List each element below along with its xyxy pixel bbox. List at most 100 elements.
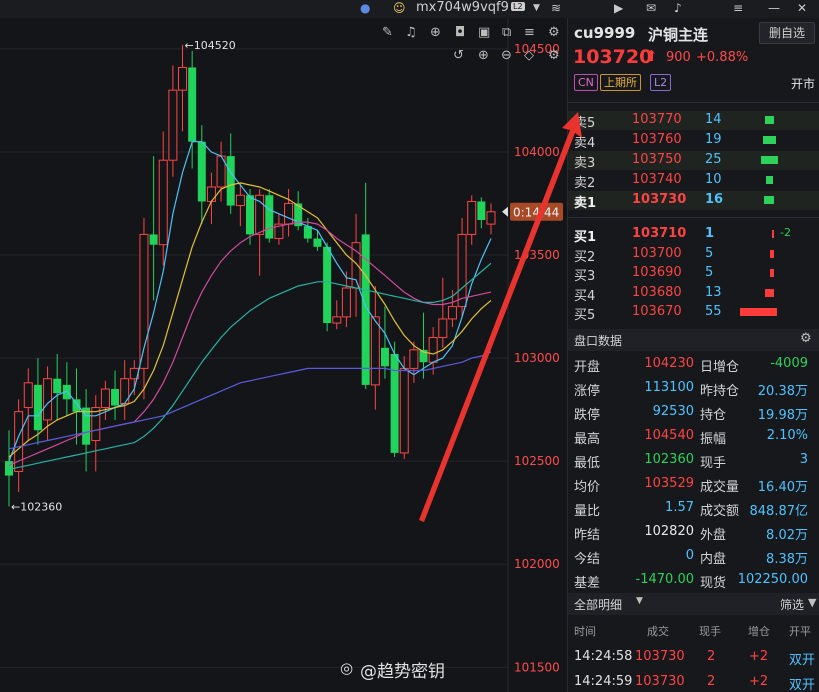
compare-icon[interactable]: ≡ xyxy=(524,25,535,40)
ask-row[interactable]: 卖4 103760 19 xyxy=(568,131,819,151)
trades-col-oi: 增仓 xyxy=(748,625,770,638)
stat-row: 基差 -1470.00 现货 102250.00 xyxy=(568,569,819,593)
level-badge: L2 xyxy=(511,2,525,11)
layers-icon[interactable]: ≋ xyxy=(551,1,561,15)
stat-label: 最高 xyxy=(574,432,601,447)
stat-value: 104230 xyxy=(644,356,694,371)
level-label: 买2 xyxy=(574,249,596,265)
close-icon[interactable]: ✕ xyxy=(797,1,807,15)
symbol-code: cu9999 xyxy=(574,24,636,42)
zoom-out-icon[interactable]: ⊖ xyxy=(501,48,512,63)
candle-body xyxy=(265,195,274,239)
level-volume: 16 xyxy=(705,192,724,207)
stat-value: -4009 xyxy=(770,356,808,371)
level-label: 卖4 xyxy=(574,136,596,151)
candle-body xyxy=(111,389,120,406)
level-volume: 14 xyxy=(705,112,722,127)
candle-body xyxy=(72,399,81,412)
pankou-header: 盘口数据 ⚙ xyxy=(568,329,819,351)
volume-bar xyxy=(770,269,774,277)
menu-icon[interactable]: ≡ xyxy=(733,1,743,15)
trade-row[interactable]: 14:24:59 103730 2 +2 双开 xyxy=(568,671,819,692)
settings-icon[interactable]: ⚙ xyxy=(548,25,560,40)
level-price: 103670 xyxy=(632,304,682,319)
stat-row: 昨结 102820 外盘 8.02万 xyxy=(568,521,819,545)
candle-body xyxy=(43,378,53,421)
market-tag: CN xyxy=(574,74,598,91)
bid-row[interactable]: 买1 103710 1 -2 xyxy=(568,225,819,245)
stat-row: 最高 104540 振幅 2.10% xyxy=(568,425,819,449)
bid-row[interactable]: 买5 103670 55 xyxy=(568,303,819,323)
candle-body xyxy=(467,200,477,235)
weibo-icon: ◎ xyxy=(340,659,354,677)
ask-row[interactable]: 卖5 103770 14 xyxy=(568,111,819,131)
account-name[interactable]: mx704w9vqf9 xyxy=(416,0,509,15)
level-volume: 13 xyxy=(705,284,722,300)
candle-body xyxy=(399,367,409,454)
trades-header: 全部明细 ▼ 筛选 ▼ xyxy=(568,593,819,615)
quote-panel: cu9999 沪铜主连 删自选 103720 ⬆ 900 +0.88% CN 上… xyxy=(567,18,819,692)
level-price: 103710 xyxy=(632,226,687,241)
stat-label: 今结 xyxy=(574,552,601,567)
level-price: 103760 xyxy=(632,132,682,147)
level-price: 103770 xyxy=(632,112,682,127)
low-label: ←102360 xyxy=(11,500,62,513)
alert-icon[interactable]: ♫ xyxy=(405,25,417,40)
play-icon[interactable]: ▶ xyxy=(614,1,623,15)
high-label: ←104520 xyxy=(185,39,236,52)
ask-row[interactable]: 卖2 103740 10 xyxy=(568,171,819,191)
stat-value: 103529 xyxy=(644,476,694,491)
symbol-name: 沪铜主连 xyxy=(648,26,709,44)
level-volume: 19 xyxy=(705,132,722,147)
kline-chart[interactable]: 104500 104000 103500 103000 102500 102000 1015… xyxy=(0,18,567,692)
price-tag-label: 0:14:44 xyxy=(513,206,559,220)
avatar-icon[interactable]: ● xyxy=(360,1,370,15)
chevron-down-icon[interactable]: ▼ xyxy=(636,596,643,606)
exchange-tag: 上期所 xyxy=(600,74,641,91)
level-volume: 1 xyxy=(705,226,715,241)
bid-row[interactable]: 买4 103680 13 xyxy=(568,284,819,304)
remove-watchlist-button[interactable]: 删自选 xyxy=(759,22,815,44)
copy-icon[interactable]: ⧉ xyxy=(502,25,511,40)
market-status: 开市 xyxy=(791,77,816,91)
bid-row[interactable]: 买3 103690 5 xyxy=(568,264,819,284)
ask-row[interactable]: 卖3 103750 25 xyxy=(568,151,819,171)
candle-body xyxy=(341,287,351,318)
kline-chart-svg[interactable]: 1045001040001035001030001025001020001015… xyxy=(0,18,567,692)
candle-body xyxy=(284,203,294,225)
stat-value: 2.10% xyxy=(766,428,808,443)
stat-label: 跌停 xyxy=(574,408,601,423)
user-icon[interactable]: ☺ xyxy=(393,1,406,15)
stat-label: 昨持仓 xyxy=(700,384,740,399)
last-price: 103720 xyxy=(573,46,653,68)
indicator-icon[interactable]: ⊕ xyxy=(430,25,441,40)
more-icon[interactable]: ◇ xyxy=(524,48,534,63)
trade-row[interactable]: 14:24:58 103730 2 +2 双开 xyxy=(568,646,819,670)
screenshot-icon[interactable]: ◘ xyxy=(455,25,465,40)
mail-icon[interactable]: ✉ xyxy=(646,1,656,15)
bid-row[interactable]: 买2 103700 5 xyxy=(568,245,819,265)
undo-icon[interactable]: ↺ xyxy=(453,48,464,63)
candle-body xyxy=(332,316,342,324)
minimize-icon[interactable]: — xyxy=(768,1,780,15)
stat-row: 量比 1.57 成交额 848.87亿 xyxy=(568,497,819,521)
candle-body xyxy=(477,201,486,220)
volume-bar xyxy=(765,288,774,297)
draw-icon[interactable]: ✎ xyxy=(382,25,393,40)
settings-icon[interactable]: ⚙ xyxy=(548,48,560,63)
bell-icon[interactable]: ♪ xyxy=(674,1,682,15)
trades-title[interactable]: 全部明细 xyxy=(574,596,622,613)
zoom-in-icon[interactable]: ⊕ xyxy=(478,48,489,63)
stat-value: 113100 xyxy=(644,380,694,395)
level-label: 买3 xyxy=(574,269,596,284)
ask-row[interactable]: 卖1 103730 16 xyxy=(568,191,819,211)
filter-button[interactable]: 筛选 xyxy=(780,596,804,613)
gear-icon[interactable]: ⚙ xyxy=(800,331,812,346)
stat-row: 今结 0 内盘 8.38万 xyxy=(568,545,819,569)
dropdown-icon[interactable]: ▼ xyxy=(533,3,540,13)
candle-body xyxy=(33,384,42,431)
stat-row: 最低 102360 现手 3 xyxy=(568,449,819,473)
funnel-icon[interactable]: ▼ xyxy=(808,596,816,609)
stat-label: 日增仓 xyxy=(700,360,740,375)
window-icon[interactable]: ▣ xyxy=(478,25,490,40)
